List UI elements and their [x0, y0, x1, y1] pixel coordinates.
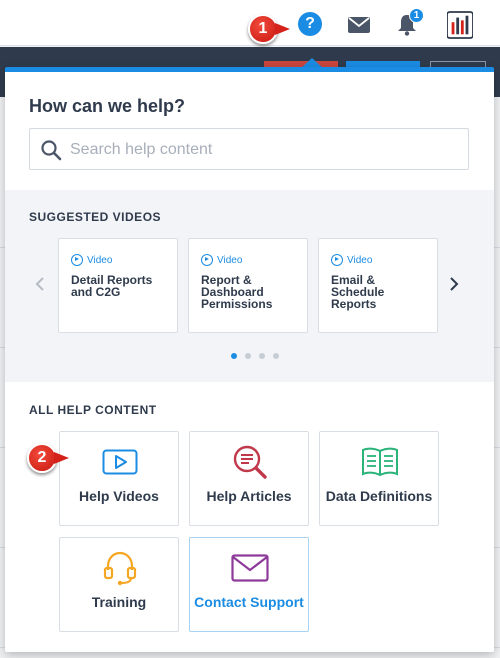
search-placeholder: Search help content: [70, 141, 213, 158]
tile-label: Contact Support: [194, 594, 304, 610]
video-card[interactable]: Video Detail Reports and C2G: [58, 238, 178, 333]
play-circle-icon: [201, 254, 213, 266]
video-tag: Video: [71, 254, 112, 266]
video-card[interactable]: Video Report & Dashboard Permissions: [188, 238, 308, 333]
open-book-icon: [360, 444, 400, 480]
callout-marker-1: 1: [248, 14, 290, 44]
carousel-dot[interactable]: [273, 353, 279, 359]
help-videos-tile[interactable]: Help Videos: [59, 431, 179, 526]
carousel-dot[interactable]: [245, 353, 251, 359]
training-tile[interactable]: Training: [59, 537, 179, 632]
video-title: Email & Schedule Reports: [331, 273, 385, 311]
carousel-dot[interactable]: [259, 353, 265, 359]
question-circle-icon[interactable]: ?: [298, 12, 322, 36]
video-title: Report & Dashboard Permissions: [201, 273, 273, 311]
carousel-dot[interactable]: [231, 353, 237, 359]
search-icon: [40, 139, 62, 161]
suggested-videos-heading: SUGGESTED VIDEOS: [29, 210, 162, 224]
headset-icon: [100, 550, 140, 586]
all-help-content-heading: ALL HELP CONTENT: [29, 403, 157, 417]
video-title: Detail Reports and C2G: [71, 273, 153, 299]
tile-label: Help Articles: [206, 488, 292, 504]
help-panel: How can we help? Search help content SUG…: [5, 67, 494, 652]
chevron-right-icon[interactable]: [449, 276, 459, 297]
notification-badge: 1: [409, 8, 424, 23]
data-definitions-tile[interactable]: Data Definitions: [319, 431, 439, 526]
video-play-icon: [100, 444, 140, 480]
callout-marker-2: 2: [27, 443, 69, 473]
help-articles-tile[interactable]: Help Articles: [189, 431, 309, 526]
play-circle-icon: [331, 254, 343, 266]
chevron-left-icon[interactable]: [35, 276, 45, 297]
video-card[interactable]: Video Email & Schedule Reports: [318, 238, 438, 333]
search-document-icon: [230, 444, 270, 480]
envelope-icon[interactable]: [346, 12, 372, 38]
bar-chart-logo-icon[interactable]: [447, 11, 473, 39]
contact-support-tile[interactable]: Contact Support: [189, 537, 309, 632]
search-input[interactable]: Search help content: [29, 128, 469, 170]
tile-label: Training: [91, 594, 147, 610]
play-circle-icon: [71, 254, 83, 266]
tile-label: Help Videos: [79, 488, 159, 504]
carousel-dots: [231, 353, 279, 359]
envelope-icon: [230, 550, 270, 586]
tile-label: Data Definitions: [325, 488, 433, 504]
video-tag: Video: [201, 254, 242, 266]
video-tag: Video: [331, 254, 372, 266]
panel-title: How can we help?: [29, 96, 186, 116]
suggested-videos-section: SUGGESTED VIDEOS Video Detail Reports an…: [5, 190, 494, 382]
